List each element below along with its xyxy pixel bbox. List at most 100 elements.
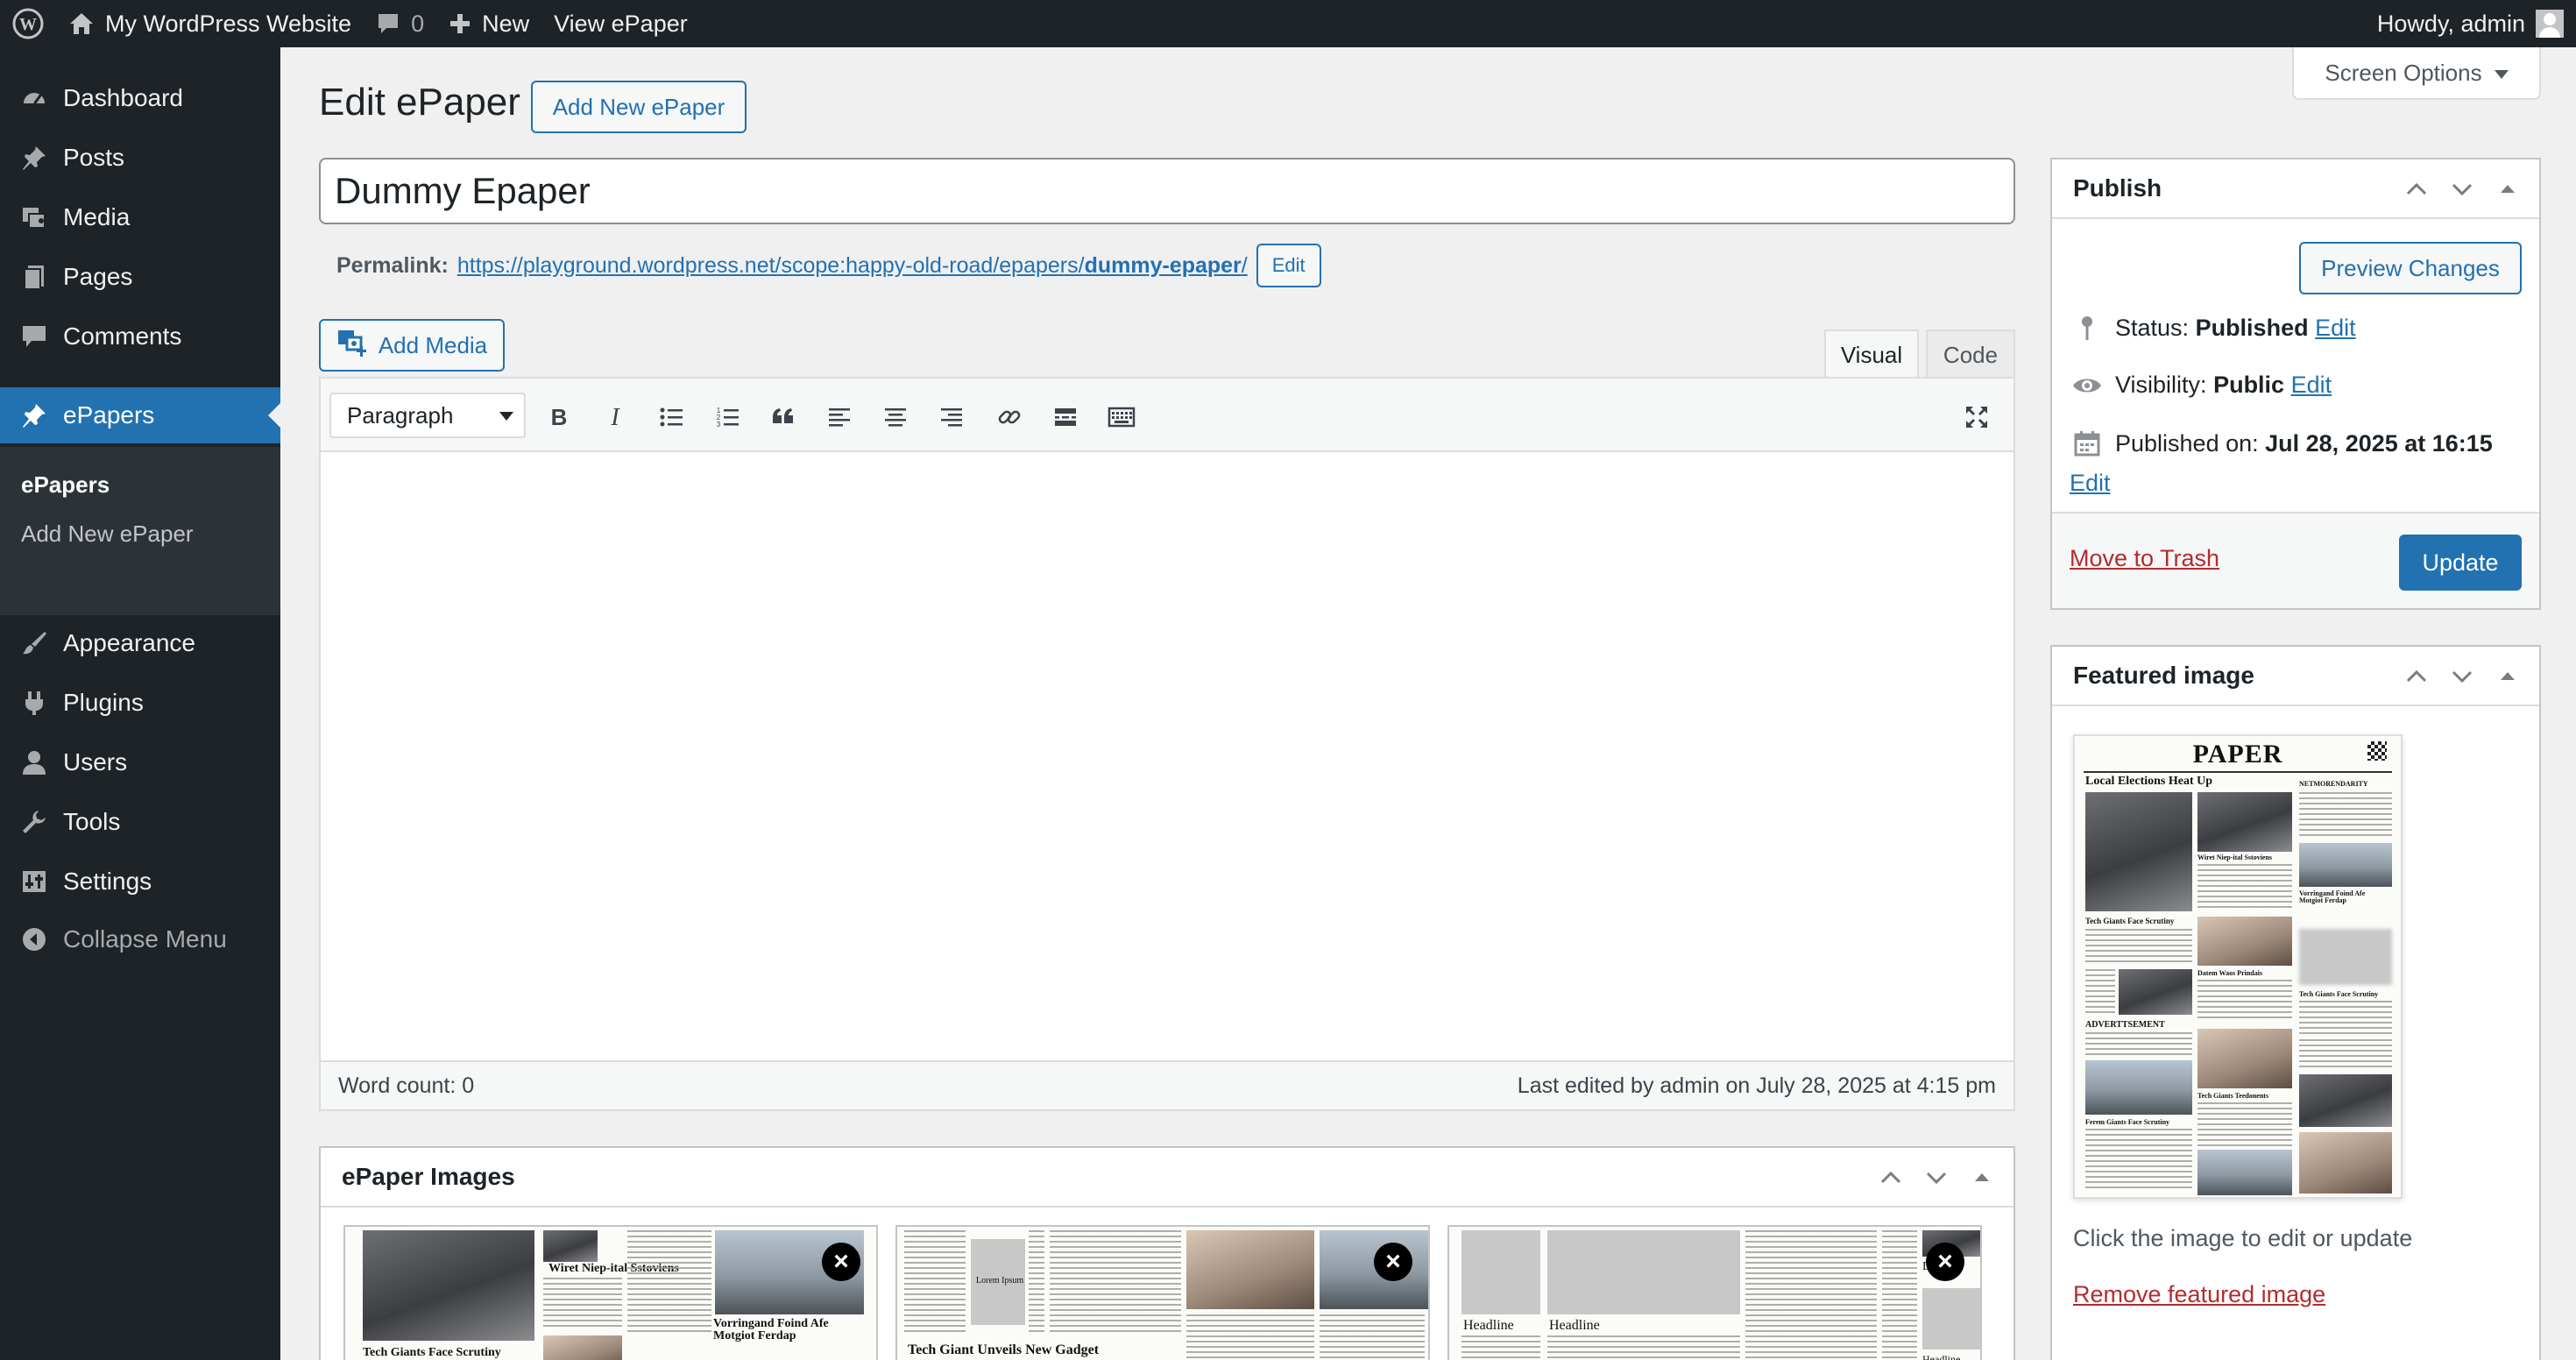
box-controls [2394,659,2530,694]
my-account-link[interactable]: Howdy, admin [2365,0,2576,47]
add-new-epaper-button[interactable]: Add New ePaper [531,81,747,133]
svg-text:I: I [610,404,620,430]
fullscreen-button[interactable] [1957,398,1996,436]
user-icon [0,748,63,776]
tab-code[interactable]: Code [1926,329,2015,379]
toolbar-toggle-button[interactable] [1102,398,1141,436]
epaper-image-thumb[interactable]: Headline Headline Dumm Headline × [1447,1225,1982,1360]
sidebar-item-posts[interactable]: Posts [0,130,280,186]
wordpress-logo-icon[interactable]: W [0,0,56,47]
bold-button[interactable]: B [540,398,578,436]
epaper-image-thumb[interactable]: Wiret Niep-ital Sstoviens Vorringand Foi… [343,1225,878,1360]
status-label: Status: [2115,314,2190,341]
update-button[interactable]: Update [2399,535,2522,591]
visibility-label: Visibility: [2115,372,2207,398]
numbered-list-icon: 123 [714,404,740,430]
site-name-link[interactable]: My WordPress Website [56,0,364,47]
align-center-icon [882,404,909,430]
featured-image-thumbnail[interactable]: PAPER Local Elections Heat Up NETMORENDA… [2073,734,2403,1199]
text-column [1050,1230,1181,1335]
remove-image-button[interactable]: × [822,1243,860,1281]
view-epaper-link[interactable]: View ePaper [541,0,700,47]
news-photo [2085,792,2192,911]
sidebar-item-pages[interactable]: Pages [0,249,280,305]
epaper-image-thumb[interactable]: Lorem Ipsum Tech Giant Unveils New Gadge… [895,1225,1430,1360]
featured-image-hint: Click the image to edit or update [2073,1225,2413,1251]
bulleted-list-button[interactable] [652,398,690,436]
visibility-edit-link[interactable]: Edit [2291,372,2332,399]
post-title-input[interactable]: Dummy Epaper [319,158,2015,224]
blockquote-button[interactable] [764,398,803,436]
collapse-box-icon[interactable] [2485,172,2530,207]
move-to-trash-link[interactable]: Move to Trash [2070,545,2219,572]
collapse-menu-button[interactable]: Collapse Menu [0,911,280,967]
sidebar-item-plugins[interactable]: Plugins [0,675,280,731]
numbered-list-button[interactable]: 123 [708,398,747,436]
sidebar-item-appearance[interactable]: Appearance [0,615,280,671]
align-center-button[interactable] [876,398,915,436]
sidebar-item-label: Posts [63,144,125,171]
remove-image-button[interactable]: × [1374,1243,1412,1281]
move-up-icon[interactable] [2394,659,2439,694]
align-right-icon [938,404,965,430]
format-select[interactable]: Paragraph [329,393,526,438]
eye-icon [2070,375,2105,396]
news-photo [1186,1230,1314,1309]
comments-link[interactable]: 0 [364,0,436,47]
new-content-link[interactable]: New [436,0,541,47]
text-column [2085,969,2115,1016]
collapse-box-icon[interactable] [2485,659,2530,694]
submenu-item-add-new-epaper[interactable]: Add New ePaper [21,521,194,548]
status-edit-link[interactable]: Edit [2315,315,2356,342]
move-up-icon[interactable] [1868,1160,1914,1195]
text-column [1461,1335,1540,1360]
remove-image-button[interactable]: × [1926,1243,1964,1281]
sidebar-item-dashboard[interactable]: Dashboard [0,70,280,126]
published-on-row: Published on: Jul 28, 2025 at 16:15 [2070,429,2493,457]
sidebar-item-label: Dashboard [63,84,183,111]
align-left-button[interactable] [820,398,859,436]
tab-visual[interactable]: Visual [1824,329,1919,379]
editor-content-area[interactable] [321,454,2013,1059]
submenu-item-epapers[interactable]: ePapers [21,471,110,499]
newspaper-headline: Datem Waos Prindais [2197,969,2263,977]
text-column [1547,1335,1740,1360]
sidebar-item-label: Users [63,748,128,776]
align-right-button[interactable] [932,398,971,436]
permalink-edit-button[interactable]: Edit [1256,244,1321,287]
move-down-icon[interactable] [2439,659,2485,694]
news-photo [2197,1029,2292,1088]
publish-box: Publish Preview Changes Status: Publishe… [2050,158,2541,610]
news-photo [2197,792,2292,852]
placeholder-caption: Lorem Ipsum [976,1276,1024,1286]
add-media-button[interactable]: Add Media [319,319,505,372]
move-down-icon[interactable] [2439,172,2485,207]
text-column [2085,1032,2192,1057]
published-on-edit-link[interactable]: Edit [2070,470,2111,497]
add-media-label: Add Media [378,331,488,358]
sidebar-item-settings[interactable]: Settings [0,854,280,910]
sidebar-item-comments[interactable]: Comments [0,308,280,365]
news-photo [2299,1132,2392,1194]
sidebar-item-media[interactable]: Media [0,189,280,245]
italic-icon: I [602,404,628,430]
text-column [1745,1230,1877,1360]
howdy-text: Howdy, admin [2376,10,2525,37]
move-down-icon[interactable] [1914,1160,1959,1195]
collapse-box-icon[interactable] [1959,1160,2005,1195]
read-more-button[interactable] [1046,398,1085,436]
newspaper-headline: Ferem Giants Face Scrutiny [2085,1118,2170,1126]
preview-changes-button[interactable]: Preview Changes [2299,242,2522,294]
pin-icon [0,401,63,429]
screen-options-button[interactable]: Screen Options [2292,47,2541,100]
remove-featured-image-link[interactable]: Remove featured image [2073,1281,2325,1308]
italic-button[interactable]: I [596,398,634,436]
sidebar-item-tools[interactable]: Tools [0,794,280,850]
permalink-url[interactable]: https://playground.wordpress.net/scope:h… [457,253,1248,279]
plus-icon [449,12,471,35]
status-value: Published [2195,314,2309,341]
sidebar-item-users[interactable]: Users [0,734,280,790]
move-up-icon[interactable] [2394,172,2439,207]
insert-link-button[interactable] [990,398,1029,436]
sidebar-item-epapers[interactable]: ePapers [0,387,280,443]
